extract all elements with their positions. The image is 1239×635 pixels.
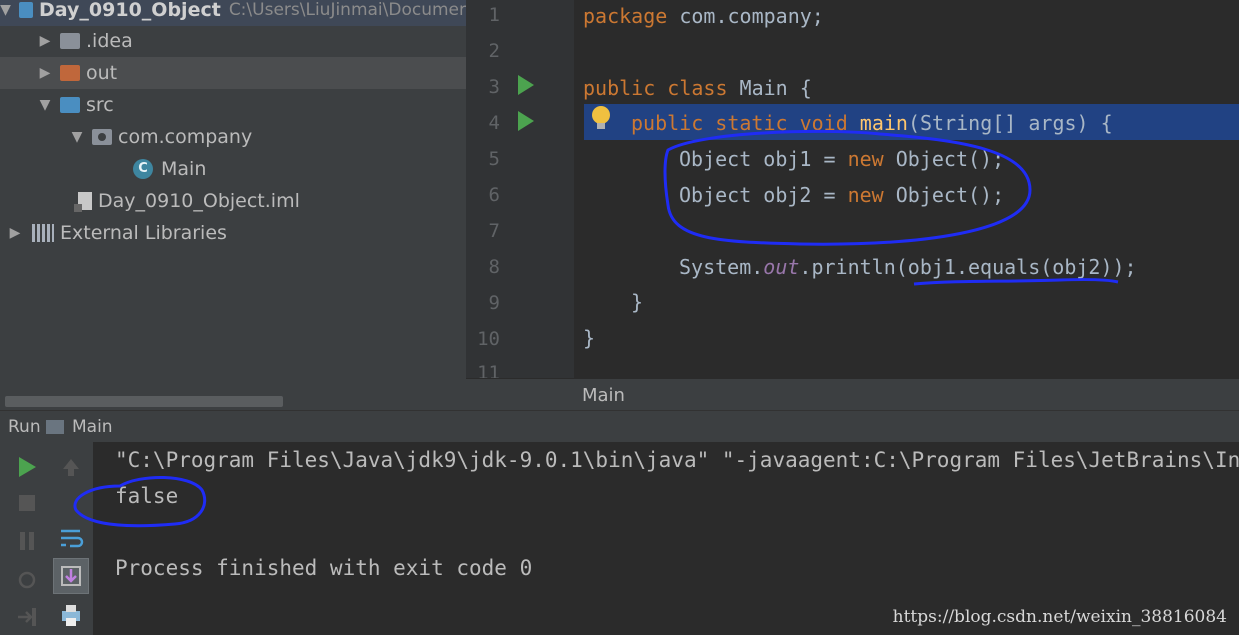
code-editor[interactable]: 1 2 3 4 5 6 7 8 9 10 11 package com.comp…	[466, 0, 1239, 378]
tree-item-idea[interactable]: ▶ .idea	[0, 25, 466, 57]
up-arrow-icon[interactable]	[56, 452, 86, 482]
chevron-down-icon[interactable]: ▼	[0, 2, 11, 18]
run-tab[interactable]: Main	[72, 417, 113, 437]
tree-item-main[interactable]: C Main	[0, 153, 466, 185]
chevron-down-icon[interactable]: ▼	[38, 97, 52, 113]
libraries-icon	[32, 224, 54, 242]
chevron-right-icon[interactable]: ▶	[38, 33, 52, 49]
line-number: 1	[488, 4, 500, 26]
print-icon[interactable]	[56, 600, 86, 630]
tree-item-iml[interactable]: Day_0910_Object.iml	[0, 185, 466, 217]
tree-item-label: Main	[161, 158, 207, 180]
scroll-to-end-icon	[61, 566, 81, 586]
line-number: 4	[488, 112, 500, 134]
module-icon	[18, 2, 34, 18]
code-line-4: public static void main(String[] args) {	[631, 111, 1113, 135]
package-icon	[92, 129, 112, 145]
console-output-line: false	[115, 484, 179, 508]
code-line-10: }	[583, 326, 596, 350]
rerun-icon[interactable]	[12, 452, 42, 482]
console-exit-line: Process finished with exit code 0	[115, 556, 533, 580]
line-number: 6	[488, 184, 500, 206]
tree-root[interactable]: ▼ Day_0910_Object C:\Users\LiuJinmai\Doc…	[0, 0, 466, 26]
chevron-down-icon[interactable]: ▼	[70, 129, 84, 145]
scroll-to-end-button[interactable]	[53, 558, 89, 594]
editor-gutter: 1 2 3 4 5 6 7 8 9 10 11	[466, 0, 574, 378]
tree-item-label: .idea	[86, 30, 133, 52]
tree-item-label: Day_0910_Object.iml	[98, 190, 300, 212]
line-number: 7	[488, 220, 500, 242]
soft-wrap-icon[interactable]	[56, 522, 86, 552]
stop-icon[interactable]	[12, 488, 42, 518]
code-line-1: package com.company;	[583, 4, 824, 28]
folder-icon	[60, 97, 80, 113]
tree-item-package[interactable]: ▼ com.company	[0, 121, 466, 153]
line-number: 11	[477, 362, 500, 378]
horizontal-scrollbar[interactable]	[5, 396, 283, 407]
root-path: C:\Users\LiuJinmai\Documer	[228, 0, 466, 20]
tree-item-label: out	[86, 62, 118, 84]
folder-icon	[60, 65, 80, 81]
editor-breadcrumb: Main	[466, 378, 1239, 411]
console-output[interactable]: "C:\Program Files\Java\jdk9\jdk-9.0.1\bi…	[93, 442, 1239, 635]
camera-icon[interactable]	[12, 564, 42, 594]
chevron-right-icon[interactable]: ▶	[8, 225, 22, 241]
exit-icon[interactable]	[12, 602, 42, 632]
project-tree: ▼ Day_0910_Object C:\Users\LiuJinmai\Doc…	[0, 0, 466, 410]
line-number: 9	[488, 292, 500, 314]
pause-icon[interactable]	[12, 526, 42, 556]
code-line-3: public class Main {	[583, 76, 812, 100]
run-toolbar	[0, 442, 93, 635]
tree-item-label: External Libraries	[60, 222, 227, 244]
line-number: 3	[488, 76, 500, 98]
class-icon: C	[133, 159, 153, 179]
line-number: 5	[488, 148, 500, 170]
breadcrumb-label[interactable]: Main	[582, 385, 625, 406]
chevron-right-icon[interactable]: ▶	[38, 65, 52, 81]
line-number: 2	[488, 40, 500, 62]
tree-item-out[interactable]: ▶ out	[0, 57, 466, 89]
watermark: https://blog.csdn.net/weixin_38816084	[892, 607, 1227, 627]
console-command-line: "C:\Program Files\Java\jdk9\jdk-9.0.1\bi…	[115, 448, 1239, 472]
run-panel-title: Run	[8, 417, 41, 437]
run-class-icon[interactable]	[518, 75, 534, 95]
line-number: 10	[477, 328, 500, 350]
code-line-9: }	[631, 290, 644, 314]
tree-item-label: src	[86, 94, 114, 116]
tree-item-src[interactable]: ▼ src	[0, 89, 466, 121]
lightbulb-icon[interactable]	[592, 106, 610, 129]
line-number: 8	[488, 256, 500, 278]
code-line-5: Object obj1 = new Object();	[679, 147, 1005, 171]
iml-file-icon	[74, 192, 92, 212]
run-config-icon	[46, 420, 64, 434]
root-name: Day_0910_Object	[39, 0, 221, 21]
run-main-icon[interactable]	[518, 111, 534, 131]
tree-item-label: com.company	[118, 126, 253, 148]
folder-icon	[60, 33, 80, 49]
code-line-8: System.out.println(obj1.equals(obj2));	[679, 255, 1137, 279]
code-line-6: Object obj2 = new Object();	[679, 183, 1005, 207]
tree-item-external-libraries[interactable]: ▶ External Libraries	[0, 217, 466, 249]
run-panel-header: Run Main	[0, 410, 1239, 443]
